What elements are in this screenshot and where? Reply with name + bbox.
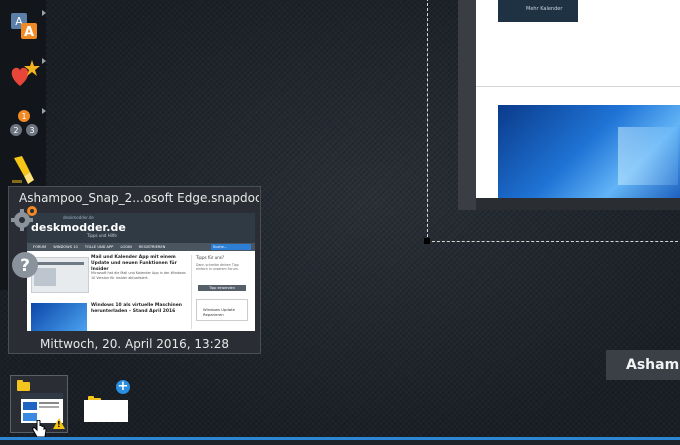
website-subtitle: Tipps und Hilfe	[87, 233, 117, 238]
highlighter-tool[interactable]	[6, 152, 42, 188]
snapshot-mini-preview-blank	[84, 400, 128, 422]
brand-label: Ashamp	[606, 350, 680, 380]
website-nav-item: REGISTRIEREN	[138, 245, 166, 249]
text-style-icon: A A	[11, 13, 37, 40]
website-nav-item: TOLLE UND APP	[84, 245, 114, 249]
numbering-tool[interactable]: 1 2 3	[6, 106, 46, 142]
bottom-accent-line	[0, 437, 680, 440]
preview-thumb-label: Mehr Kalender	[526, 6, 563, 12]
windows-logo-pane	[618, 127, 678, 185]
snapshot-filename: Ashampoo_Snap_2...osoft Edge.snapdoc	[19, 191, 259, 205]
website-url: deskmodder.de	[63, 215, 94, 220]
preview-card[interactable]: Mehr Kalender	[458, 0, 680, 210]
help-tool[interactable]: ?	[10, 250, 40, 280]
settings-tool[interactable]	[10, 202, 40, 232]
website-sidebar-button: Tipp einsenden	[198, 285, 246, 291]
text-style-tool[interactable]: A A	[6, 8, 46, 44]
snapshot-date: Mittwoch, 20. April 2016, 13:28	[40, 337, 229, 351]
preview-card-content: Mehr Kalender	[476, 0, 680, 200]
website-sidebar-ad-text: Windows Update Reparieren	[203, 307, 235, 317]
website-article-text: Microsoft hat die Mail und Kalender App …	[91, 271, 186, 280]
folder-icon	[17, 380, 30, 391]
website-nav-item: WINDOWS 10	[53, 245, 78, 249]
snapshot-preview: deskmodder.de deskmodder.de Tipps und Hi…	[27, 213, 255, 331]
svg-text:A: A	[24, 25, 34, 40]
website-sidebar-title: Tipps für uns?	[196, 255, 225, 260]
website-sidebar-ad: Windows Update Reparieren	[196, 299, 248, 321]
warning-icon	[53, 418, 65, 429]
website-sidebar: Tipps für uns? Dann schreibe deinen Tipp…	[191, 255, 252, 329]
preview-thumb-windows-wallpaper	[498, 105, 680, 200]
help-icon: ?	[12, 252, 38, 278]
website-sidebar-text: Dann schreibe deinen Tipp einfach in uns…	[196, 263, 239, 272]
highlighter-icon	[12, 156, 34, 184]
snapshot-tooltip: Ashampoo_Snap_2...osoft Edge.snapdoc des…	[8, 186, 261, 354]
favorites-tool[interactable]	[6, 56, 46, 92]
website-search: Suche...	[211, 244, 251, 250]
favorites-heart-star-icon	[11, 60, 40, 86]
preview-divider	[476, 86, 680, 87]
website-header: deskmodder.de deskmodder.de Tipps und Hi…	[27, 213, 255, 243]
svg-text:?: ?	[20, 256, 30, 276]
preview-thumb-top: Mehr Kalender	[498, 0, 578, 22]
website-nav-item: FORUM	[33, 245, 47, 249]
selection-handle[interactable]	[424, 238, 430, 244]
add-snapshot-button[interactable]: +	[116, 380, 130, 394]
svg-text:3: 3	[29, 126, 34, 135]
svg-text:1: 1	[21, 112, 26, 121]
settings-gear-icon	[11, 206, 37, 231]
svg-text:2: 2	[13, 126, 18, 135]
website-article-title: Windows 10 als virtuelle Maschinen herun…	[91, 303, 182, 314]
preview-card-footer	[476, 198, 680, 210]
numbering-badges-icon: 1 2 3	[10, 110, 38, 136]
website-nav-item: LOGIN	[120, 245, 132, 249]
website-article-thumb	[31, 303, 87, 331]
